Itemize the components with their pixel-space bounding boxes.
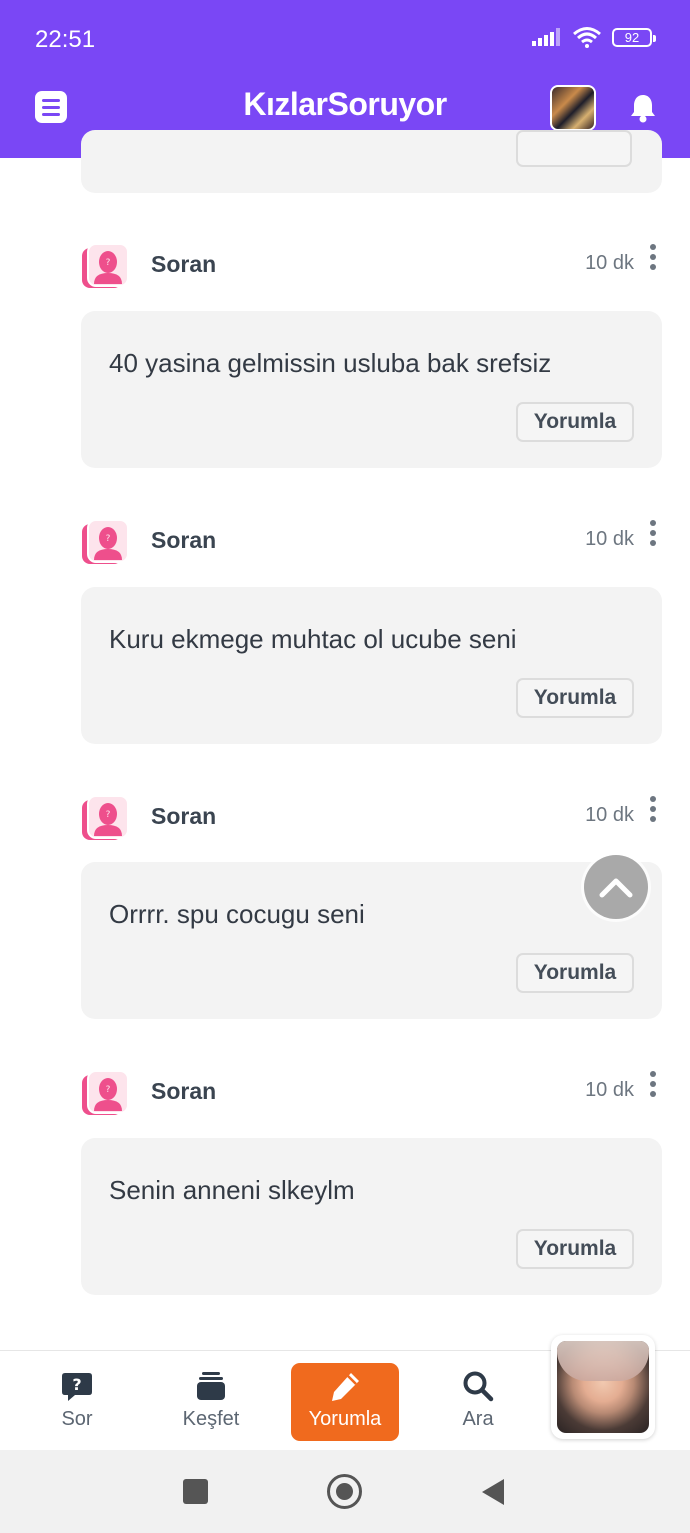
bell-icon[interactable]	[630, 93, 656, 123]
system-navigation-bar	[0, 1450, 690, 1533]
nav-label: Yorumla	[308, 1408, 382, 1430]
search-icon	[463, 1371, 494, 1402]
status-time: 22:51	[35, 26, 96, 53]
reply-button[interactable]: Yorumla	[516, 402, 634, 442]
anonymous-female-avatar-icon: ?	[82, 795, 129, 840]
anonymous-female-avatar-icon: ?	[82, 519, 129, 564]
comment-text: Kuru ekmege muhtac ol ucube seni	[109, 624, 517, 654]
comment-time: 10 dk	[585, 528, 634, 550]
chevron-up-icon	[599, 878, 633, 898]
comment-author[interactable]: Soran	[151, 527, 216, 554]
anonymous-female-avatar-icon: ?	[82, 1070, 129, 1115]
comment-card: Senin anneni slkeylm Yorumla	[81, 1138, 662, 1295]
comment-card: Kuru ekmege muhtac ol ucube seni Yorumla	[81, 587, 662, 744]
nav-label: Ara	[462, 1408, 494, 1430]
reply-button[interactable]: Yorumla	[516, 953, 634, 993]
comment-author[interactable]: Soran	[151, 803, 216, 830]
nav-item-ara[interactable]: Ara	[423, 1351, 533, 1451]
more-options-icon[interactable]	[650, 1071, 656, 1097]
comment-time: 10 dk	[585, 1079, 634, 1101]
question-bubble-icon: ?	[62, 1373, 92, 1401]
svg-text:?: ?	[106, 810, 111, 820]
more-options-icon[interactable]	[650, 796, 656, 822]
comment-author[interactable]: Soran	[151, 251, 216, 278]
comment-header: ? Soran 10 dk	[80, 1067, 670, 1119]
status-icons: 92	[532, 26, 656, 48]
back-button[interactable]	[480, 1477, 506, 1507]
reply-button[interactable]: Yorumla	[516, 678, 634, 718]
svg-text:?: ?	[72, 1375, 81, 1394]
signal-icon	[532, 28, 560, 46]
wifi-icon	[573, 27, 601, 48]
scroll-to-top-button[interactable]	[584, 855, 648, 919]
comment-card: 40 yasina gelmissin usluba bak srefsiz Y…	[81, 311, 662, 468]
recent-apps-button[interactable]	[183, 1479, 208, 1504]
svg-text:?: ?	[106, 534, 111, 544]
reply-button[interactable]: Yorumla	[516, 1229, 634, 1269]
stack-icon	[197, 1372, 225, 1400]
comment-time: 10 dk	[585, 252, 634, 274]
home-button[interactable]	[327, 1474, 362, 1509]
pencil-icon	[332, 1373, 359, 1401]
svg-text:?: ?	[106, 258, 111, 268]
nav-item-kesfet[interactable]: Keşfet	[156, 1351, 266, 1451]
anonymous-female-avatar-icon: ?	[82, 243, 129, 288]
promo-avatar-button[interactable]	[551, 1335, 655, 1439]
battery-indicator: 92	[612, 27, 656, 47]
comment-header: ? Soran 10 dk	[80, 792, 670, 844]
nav-label: Keşfet	[182, 1408, 240, 1430]
comment-text: Orrrr. spu cocugu seni	[109, 899, 365, 929]
comment-time: 10 dk	[585, 804, 634, 826]
comment-card: Orrrr. spu cocugu seni Yorumla	[81, 862, 662, 1019]
comment-text: 40 yasina gelmissin usluba bak srefsiz	[109, 348, 552, 378]
nav-label: Sor	[61, 1408, 93, 1430]
comment-header: ? Soran 10 dk	[80, 240, 670, 292]
user-avatar[interactable]	[550, 85, 596, 131]
nav-item-sor[interactable]: ? Sor	[22, 1351, 132, 1451]
comment-header: ? Soran 10 dk	[80, 516, 670, 568]
nav-item-yorumla[interactable]: Yorumla	[291, 1363, 399, 1441]
svg-text:?: ?	[106, 1085, 111, 1095]
more-options-icon[interactable]	[650, 244, 656, 270]
comment-author[interactable]: Soran	[151, 1078, 216, 1105]
reply-button-partial[interactable]	[516, 130, 632, 167]
previous-comment-card	[81, 130, 662, 193]
more-options-icon[interactable]	[650, 520, 656, 546]
comment-text: Senin anneni slkeylm	[109, 1175, 355, 1205]
